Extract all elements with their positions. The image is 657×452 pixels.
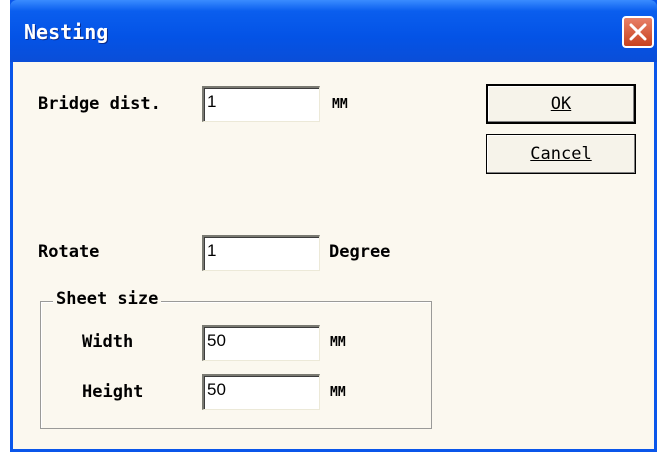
nesting-dialog: Nesting Bridge dist. 1 MM OK Cancel Rota…	[10, 0, 657, 452]
window-title: Nesting	[24, 20, 109, 44]
height-input[interactable]: 50	[202, 374, 320, 410]
width-unit: MM	[330, 335, 346, 350]
sheet-size-legend: Sheet size	[53, 289, 162, 309]
height-unit: MM	[330, 385, 346, 400]
width-input[interactable]: 50	[202, 325, 320, 361]
bridge-dist-input[interactable]: 1	[202, 86, 320, 122]
width-label: Width	[82, 332, 134, 352]
rotate-label: Rotate	[38, 242, 100, 262]
title-bar[interactable]: Nesting	[10, 0, 657, 62]
bridge-dist-unit: MM	[332, 97, 348, 112]
close-icon	[629, 23, 647, 41]
rotate-input[interactable]: 1	[202, 235, 320, 271]
bridge-dist-label: Bridge dist.	[38, 94, 161, 114]
ok-button[interactable]: OK	[486, 84, 636, 124]
rotate-unit: Degree	[329, 242, 391, 262]
cancel-button[interactable]: Cancel	[486, 134, 636, 174]
close-button[interactable]	[622, 16, 654, 48]
height-label: Height	[82, 382, 144, 402]
dialog-client-area: Bridge dist. 1 MM OK Cancel Rotate 1 Deg…	[13, 62, 654, 449]
